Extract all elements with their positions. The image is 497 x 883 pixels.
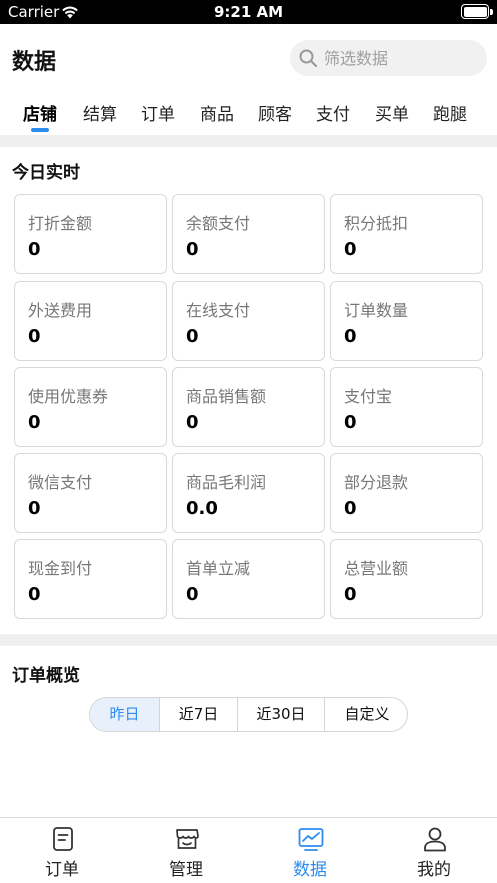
stat-label: 商品销售额	[186, 387, 267, 406]
tab-label: 订单	[141, 105, 175, 125]
tabbar-label: 订单	[45, 860, 79, 880]
stat-value: 0	[344, 584, 357, 605]
stat-value: 0	[28, 584, 41, 605]
stat-card[interactable]: 首单立减 0	[172, 539, 325, 619]
stat-card[interactable]: 总营业额 0	[330, 539, 483, 619]
stat-label: 现金到付	[28, 559, 93, 578]
stat-card[interactable]: 订单数量 0	[330, 281, 483, 361]
tab-label: 顾客	[258, 105, 292, 125]
stat-card[interactable]: 支付宝 0	[330, 367, 483, 447]
date-range-selector: 昨日 近7日 近30日 自定义	[89, 697, 408, 732]
stat-value: 0	[344, 412, 357, 433]
stat-label: 使用优惠券	[28, 387, 109, 406]
stat-value: 0	[186, 412, 199, 433]
tab-label: 买单	[375, 105, 409, 125]
tab-orders[interactable]: 订单	[128, 100, 188, 125]
tab-products[interactable]: 商品	[187, 100, 247, 125]
status-bar: Carrier 9:21 AM	[0, 0, 497, 24]
stat-label: 外送费用	[28, 301, 93, 320]
chart-icon	[298, 828, 324, 851]
active-tab-indicator	[31, 128, 49, 132]
stat-label: 支付宝	[344, 387, 393, 406]
tabbar-label: 管理	[169, 860, 203, 880]
stat-label: 余额支付	[186, 214, 251, 233]
battery-cap	[490, 9, 493, 15]
stat-label: 积分抵扣	[344, 214, 409, 233]
bottom-tab-bar: 订单 管理 数据 我的	[0, 817, 497, 883]
stat-value: 0	[344, 326, 357, 347]
clock: 9:21 AM	[213, 3, 284, 21]
stat-label: 在线支付	[186, 301, 251, 320]
stat-value: 0	[28, 498, 41, 519]
stat-value: 0	[28, 412, 41, 433]
search-input[interactable]	[324, 40, 479, 76]
user-icon	[424, 827, 446, 852]
range-yesterday-button[interactable]: 昨日	[90, 698, 159, 731]
stat-card[interactable]: 使用优惠券 0	[14, 367, 167, 447]
overview-section-title: 订单概览	[12, 666, 80, 686]
stat-card[interactable]: 商品销售额 0	[172, 367, 325, 447]
stat-value: 0	[186, 326, 199, 347]
stat-card[interactable]: 外送费用 0	[14, 281, 167, 361]
stat-card[interactable]: 打折金额 0	[14, 194, 167, 274]
stat-card[interactable]: 部分退款 0	[330, 453, 483, 533]
tab-errand[interactable]: 跑腿	[420, 100, 480, 125]
stat-value: 0	[186, 584, 199, 605]
tab-payment[interactable]: 支付	[303, 100, 363, 125]
stat-value: 0	[28, 239, 41, 260]
stat-label: 微信支付	[28, 473, 93, 492]
store-icon	[176, 829, 199, 849]
tab-label: 结算	[83, 105, 117, 125]
order-icon	[53, 827, 73, 851]
tab-label: 店铺	[23, 105, 57, 125]
stat-label: 订单数量	[344, 301, 409, 320]
range-7days-button[interactable]: 近7日	[159, 698, 237, 731]
tab-store[interactable]: 店铺	[10, 100, 70, 132]
stat-value: 0.0	[186, 498, 218, 519]
stat-label: 部分退款	[344, 473, 409, 492]
stat-value: 0	[344, 498, 357, 519]
search-bar[interactable]	[290, 40, 487, 76]
stat-card[interactable]: 现金到付 0	[14, 539, 167, 619]
tabbar-label: 我的	[417, 860, 451, 880]
section-divider	[0, 135, 497, 147]
stat-card[interactable]: 微信支付 0	[14, 453, 167, 533]
stat-value: 0	[28, 326, 41, 347]
tab-settlement[interactable]: 结算	[70, 100, 130, 125]
stat-value: 0	[186, 239, 199, 260]
page-title: 数据	[12, 50, 57, 75]
battery-icon	[461, 4, 489, 19]
search-icon	[299, 49, 318, 68]
stat-card[interactable]: 积分抵扣 0	[330, 194, 483, 274]
category-tabs: 店铺 结算 订单 商品 顾客 支付 买单 跑腿	[0, 100, 497, 134]
range-custom-button[interactable]: 自定义	[324, 698, 407, 731]
tab-label: 跑腿	[433, 105, 467, 125]
stat-label: 总营业额	[344, 559, 409, 578]
tab-checkout[interactable]: 买单	[362, 100, 422, 125]
section-divider	[0, 634, 497, 646]
tab-customers[interactable]: 顾客	[245, 100, 305, 125]
tabbar-item-data[interactable]: 数据	[248, 818, 372, 883]
stat-value: 0	[344, 239, 357, 260]
stat-card[interactable]: 商品毛利润 0.0	[172, 453, 325, 533]
stat-card[interactable]: 余额支付 0	[172, 194, 325, 274]
tabbar-item-manage[interactable]: 管理	[124, 818, 248, 883]
tabbar-item-mine[interactable]: 我的	[372, 818, 496, 883]
stat-label: 首单立减	[186, 559, 251, 578]
tab-label: 支付	[316, 105, 350, 125]
range-30days-button[interactable]: 近30日	[237, 698, 324, 731]
stat-label: 打折金额	[28, 214, 93, 233]
tabbar-item-orders[interactable]: 订单	[0, 818, 124, 883]
stat-card[interactable]: 在线支付 0	[172, 281, 325, 361]
tabbar-label: 数据	[293, 860, 327, 880]
realtime-section-title: 今日实时	[12, 163, 80, 183]
tab-label: 商品	[200, 105, 234, 125]
stat-label: 商品毛利润	[186, 473, 267, 492]
